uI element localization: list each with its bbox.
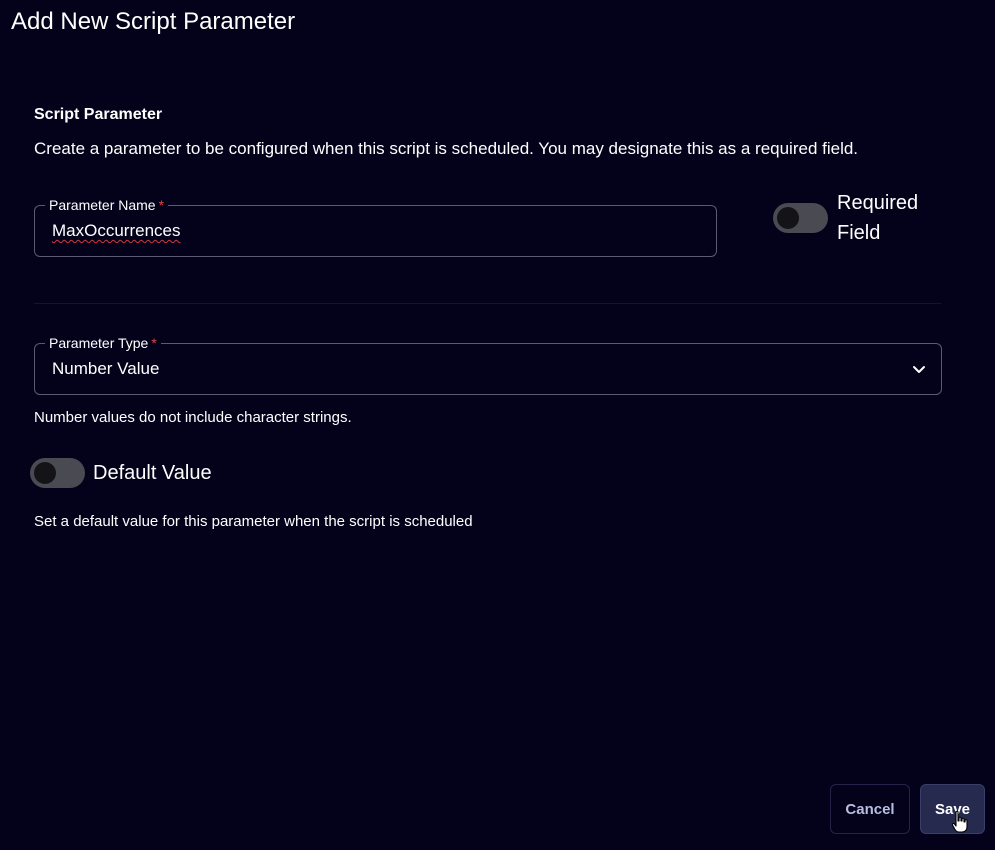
default-value-label: Default Value [93,462,212,484]
required-field-label: Required Field [837,192,919,244]
section-divider [34,303,941,304]
dialog-title: Add New Script Parameter [11,8,296,35]
toggle-knob [777,207,799,229]
parameter-type-selected-value: Number Value [52,359,160,378]
hand-pointer-icon [951,810,968,833]
parameter-type-label-text: Parameter Type [49,335,149,351]
default-value-helper-text: Set a default value for this parameter w… [34,513,473,530]
parameter-type-helper-text: Number values do not include character s… [34,409,352,426]
chevron-down-icon[interactable] [911,361,927,377]
default-value-toggle[interactable] [30,458,85,488]
required-asterisk: * [151,335,157,351]
add-script-parameter-dialog: Add New Script Parameter Script Paramete… [0,0,995,850]
section-heading: Script Parameter [34,106,163,123]
parameter-type-label: Parameter Type * [45,334,161,352]
section-description: Create a parameter to be configured when… [34,139,859,158]
parameter-name-field[interactable]: Parameter Name * MaxOccurrences [34,196,717,257]
required-field-toggle[interactable] [773,203,828,233]
parameter-name-input[interactable]: MaxOccurrences [52,221,180,241]
parameter-type-select[interactable]: Parameter Type * Number Value [34,334,942,395]
parameter-name-label-text: Parameter Name [49,197,156,213]
cancel-button[interactable]: Cancel [830,784,910,834]
toggle-knob [34,462,56,484]
required-asterisk: * [158,197,165,213]
parameter-name-label: Parameter Name * [45,196,169,214]
